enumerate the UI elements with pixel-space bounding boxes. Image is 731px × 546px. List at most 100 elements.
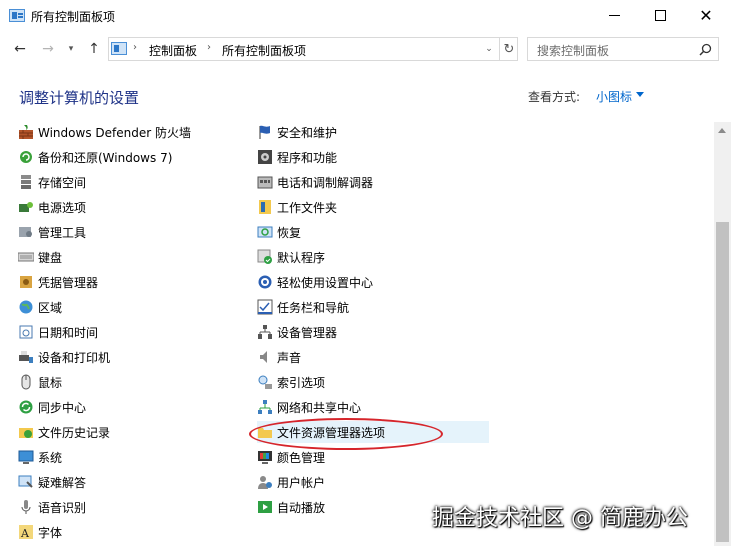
window-title: 所有控制面板项 [31,10,116,24]
breadcrumb-separator-icon[interactable]: › [207,42,211,53]
control-panel-item[interactable]: 语音识别 [18,496,238,518]
chevron-down-icon: ⌄ [485,44,493,54]
control-panel-items: Windows Defender 防火墙备份和还原(Windows 7) 存储空间… [0,120,714,546]
breadcrumb-control-panel[interactable]: 控制面板 [149,42,197,59]
control-panel-item[interactable]: 设备管理器 [257,321,489,343]
power-icon [18,199,34,215]
maximize-button[interactable] [637,0,683,31]
control-panel-icon [111,42,127,55]
item-label: Windows Defender 防火墙 [38,125,191,140]
maximize-icon [654,10,666,21]
close-icon: ✕ [699,5,713,25]
mouse-icon [18,374,34,390]
keyboard-icon [17,249,35,265]
item-label: 电话和调制解调器 [277,175,374,190]
breadcrumb-separator-icon[interactable]: › [133,42,137,53]
item-label: 安全和维护 [277,125,338,140]
control-panel-icon [9,9,25,22]
control-panel-item[interactable]: 索引选项 [257,371,489,393]
item-label: 颜色管理 [277,450,326,465]
ease-of-access-icon [257,274,273,290]
control-panel-item[interactable]: 轻松使用设置中心 [257,271,489,293]
up-button[interactable]: ↑ [84,37,104,61]
control-panel-item[interactable]: 任务栏和导航 [257,296,489,318]
item-label: 程序和功能 [277,150,338,165]
troubleshoot-icon [18,474,34,490]
control-panel-item[interactable]: 区域 [18,296,238,318]
control-panel-item[interactable]: 安全和维护 [257,121,489,143]
control-panel-item[interactable]: 同步中心 [18,396,238,418]
item-label: 文件历史记录 [38,425,111,440]
close-button[interactable]: ✕ [683,0,729,31]
back-button[interactable]: ← [9,37,31,61]
control-panel-item[interactable]: 管理工具 [18,221,238,243]
address-bar[interactable]: › 控制面板 › 所有控制面板项 ⌄ ↻ [108,37,518,61]
item-label: 设备管理器 [277,325,338,340]
breadcrumb-all-items[interactable]: 所有控制面板项 [222,42,306,59]
control-panel-item[interactable]: 声音 [257,346,489,368]
storage-icon [18,174,34,190]
vertical-scrollbar[interactable] [714,122,731,546]
search-box[interactable]: 搜索控制面板 [527,37,719,61]
network-icon [257,399,273,415]
svg-text:A: A [20,527,30,540]
recovery-icon [257,224,273,240]
fonts-icon: A [18,524,34,540]
control-panel-item[interactable]: A 字体 [18,521,238,543]
control-panel-item[interactable]: Windows Defender 防火墙 [18,121,238,143]
control-panel-item[interactable]: 键盘 [17,246,238,268]
printer-icon [18,349,34,365]
view-by-dropdown[interactable]: 小图标 [596,88,632,105]
control-panel-item[interactable]: 网络和共享中心 [257,396,489,418]
control-panel-item[interactable]: 备份和还原(Windows 7) [18,146,238,168]
flag-icon [257,124,273,140]
control-panel-item[interactable]: 疑难解答 [18,471,238,493]
device-manager-icon [257,324,273,340]
item-label: 疑难解答 [38,475,87,490]
control-panel-item[interactable]: 用户帐户 [257,471,489,493]
forward-button[interactable]: → [37,37,59,61]
control-panel-item[interactable]: 凭据管理器 [18,271,238,293]
control-panel-item[interactable]: 文件历史记录 [18,421,238,443]
region-icon [18,299,34,315]
item-label: 键盘 [38,250,63,265]
scroll-up-icon[interactable] [718,128,726,133]
admin-tools-icon [18,224,34,240]
control-panel-item[interactable]: 工作文件夹 [257,196,489,218]
chevron-down-icon[interactable] [636,92,644,97]
item-label: 任务栏和导航 [277,300,350,315]
user-accounts-icon [257,474,273,490]
item-label: 恢复 [277,225,302,240]
system-icon [18,449,34,465]
up-arrow-icon: ↑ [88,41,100,57]
control-panel-item[interactable]: 恢复 [257,221,489,243]
control-panel-item[interactable]: 程序和功能 [257,146,489,168]
recent-locations-button[interactable]: ▾ [64,37,78,61]
control-panel-item[interactable]: 日期和时间 [18,321,238,343]
control-panel-item[interactable]: 默认程序 [257,246,489,268]
item-label: 轻松使用设置中心 [277,275,374,290]
item-label: 同步中心 [38,400,87,415]
control-panel-item[interactable]: 存储空间 [18,171,238,193]
item-label: 电源选项 [38,200,87,215]
control-panel-item[interactable]: 设备和打印机 [18,346,238,368]
address-dropdown-button[interactable]: ⌄ [481,41,497,57]
page-title: 调整计算机的设置 [19,89,140,107]
item-label: 鼠标 [38,375,63,390]
speech-icon [18,499,34,515]
programs-icon [257,149,273,165]
control-panel-item[interactable]: 电源选项 [18,196,238,218]
control-panel-item[interactable]: 鼠标 [18,371,238,393]
search-icon[interactable] [699,43,712,56]
item-label: 语音识别 [38,500,87,515]
minimize-button[interactable] [591,0,637,31]
minimize-icon [608,15,620,16]
item-label: 工作文件夹 [277,200,338,215]
control-panel-item[interactable]: 系统 [18,446,238,468]
navigation-bar: ← → ▾ ↑ › 控制面板 › 所有控制面板项 ⌄ ↻ 搜索控制面板 [0,32,731,66]
refresh-button[interactable]: ↻ [499,38,518,60]
control-panel-item[interactable]: 电话和调制解调器 [257,171,489,193]
file-history-icon [18,424,34,440]
scrollbar-thumb[interactable] [716,222,729,542]
item-label: 默认程序 [277,250,326,265]
